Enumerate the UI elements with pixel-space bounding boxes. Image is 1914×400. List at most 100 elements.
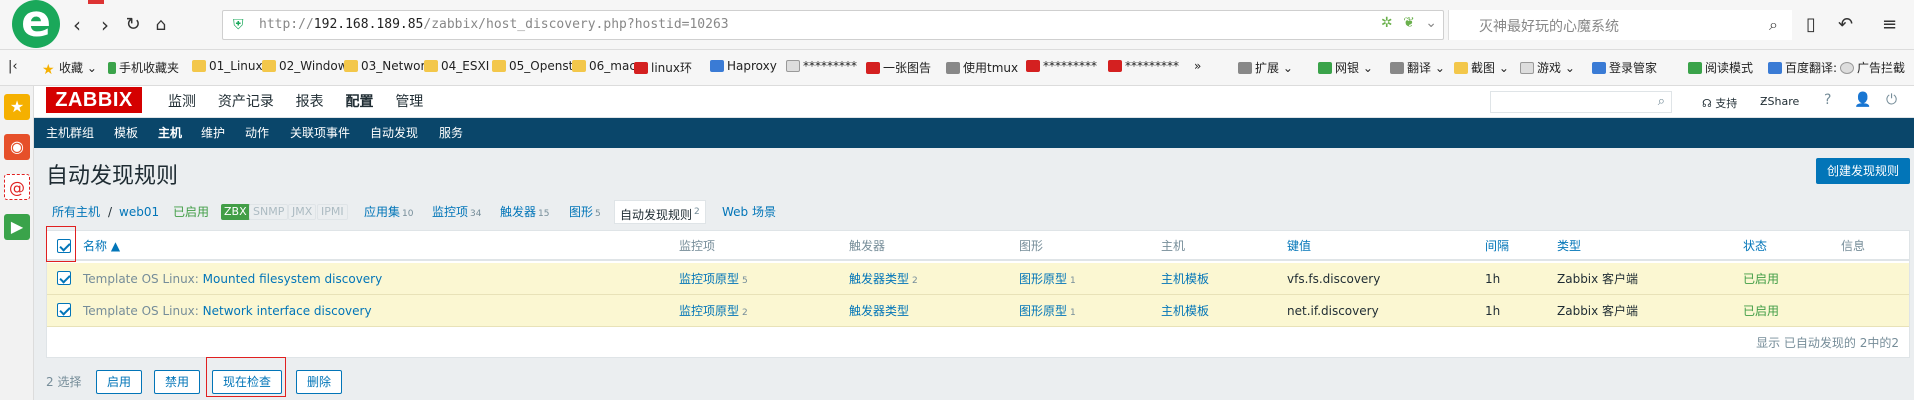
- toolbar-baidu-translate[interactable]: 百度翻译:: [1768, 59, 1837, 76]
- bookmark-mac[interactable]: 06_mac: [572, 59, 636, 73]
- column-key[interactable]: 键值: [1287, 231, 1311, 261]
- column-interval[interactable]: 间隔: [1485, 231, 1509, 261]
- submenu-templates[interactable]: 模板: [114, 118, 138, 148]
- zabbix-logo[interactable]: ZABBIX: [46, 87, 142, 113]
- column-name[interactable]: 名称 ▲: [83, 231, 120, 261]
- bookmark-mobile[interactable]: 手机收藏夹: [108, 59, 179, 76]
- template-link[interactable]: Template OS Linux:: [83, 272, 199, 286]
- submenu-host-groups[interactable]: 主机群组: [46, 118, 94, 148]
- toolbar-login-manager[interactable]: 登录管家: [1592, 59, 1657, 76]
- bookmark-network[interactable]: 03_Networ: [344, 59, 425, 73]
- weibo-icon[interactable]: ◉: [4, 134, 30, 160]
- search-icon[interactable]: ⌕: [1769, 15, 1778, 35]
- forward-icon[interactable]: ›: [92, 12, 118, 38]
- bookmark-linux[interactable]: 01_Linux: [192, 59, 263, 73]
- rule-status-toggle[interactable]: 已启用: [1743, 263, 1779, 295]
- tab-items[interactable]: 监控项 34: [432, 200, 481, 226]
- menu-monitoring[interactable]: 监测: [160, 86, 204, 118]
- logout-icon[interactable]: ⏻: [1886, 92, 1897, 108]
- tab-triggers[interactable]: 触发器 15: [500, 200, 549, 226]
- bookmark-openstack[interactable]: 05_Openst: [492, 59, 573, 73]
- submenu-hosts[interactable]: 主机: [158, 118, 182, 148]
- trigger-prototypes-link[interactable]: 触发器类型 2: [849, 263, 918, 297]
- share-link[interactable]: ƵShare: [1760, 95, 1799, 108]
- submenu-actions[interactable]: 动作: [245, 118, 269, 148]
- browser-search-input[interactable]: 灭神最好玩的心魔系统 ⌕: [1448, 10, 1792, 40]
- tab-graphs[interactable]: 图形 5: [569, 200, 601, 226]
- bookmark-haproxy[interactable]: Haproxy: [710, 59, 777, 73]
- support-link[interactable]: ☊ 支持: [1702, 95, 1737, 111]
- bookmark-masked-1[interactable]: *********: [786, 59, 857, 73]
- tab-applications[interactable]: 应用集 10: [364, 200, 413, 226]
- graph-prototypes-link[interactable]: 图形原型 1: [1019, 295, 1076, 329]
- bookmark-esxi[interactable]: 04_ESXI: [424, 59, 489, 73]
- url-input[interactable]: ⛨ http://192.168.189.85/zabbix/host_disc…: [222, 10, 1444, 40]
- item-prototypes-link[interactable]: 监控项原型 2: [679, 295, 748, 329]
- video-icon[interactable]: ▶: [4, 214, 30, 240]
- user-profile-icon[interactable]: 👤: [1854, 92, 1871, 108]
- search-icon[interactable]: ⌕: [1658, 94, 1665, 109]
- refresh-icon[interactable]: ↻: [120, 12, 146, 38]
- toolbar-adblock[interactable]: 广告拦截: [1840, 59, 1905, 76]
- row-checkbox[interactable]: [57, 303, 71, 317]
- tab-web-scenarios[interactable]: Web 场景: [722, 200, 776, 224]
- speed-icon[interactable]: ✲: [1381, 15, 1393, 31]
- disable-button[interactable]: 禁用: [154, 370, 201, 394]
- host-prototypes-link[interactable]: 主机模板: [1161, 295, 1209, 327]
- toolbar-reader-mode[interactable]: 阅读模式: [1688, 59, 1753, 76]
- trigger-prototypes-link[interactable]: 触发器类型: [849, 295, 912, 329]
- submenu-maintenance[interactable]: 维护: [201, 118, 225, 148]
- submenu-correlation[interactable]: 关联项事件: [290, 118, 350, 148]
- template-link[interactable]: Template OS Linux:: [83, 304, 199, 318]
- mail-icon[interactable]: @: [4, 174, 30, 200]
- bookmark-more[interactable]: »: [1194, 59, 1201, 73]
- host-status-enabled[interactable]: 已启用: [173, 200, 209, 224]
- column-status[interactable]: 状态: [1743, 231, 1767, 261]
- tablet-icon[interactable]: ▯: [1806, 12, 1816, 38]
- menu-configuration[interactable]: 配置: [337, 86, 381, 118]
- bookmark-linux-env[interactable]: linux环: [634, 59, 692, 76]
- toolbar-screenshot[interactable]: 截图 ⌄: [1454, 59, 1509, 76]
- bookmark-masked-2[interactable]: *********: [1026, 59, 1097, 73]
- bookmark-window[interactable]: 02_Window: [262, 59, 348, 73]
- menu-administration[interactable]: 管理: [387, 86, 431, 118]
- bookmark-diagram[interactable]: 一张图告: [866, 59, 931, 76]
- create-discovery-rule-button[interactable]: 创建发现规则: [1816, 158, 1910, 184]
- back-icon[interactable]: ‹: [64, 12, 90, 38]
- column-type[interactable]: 类型: [1557, 231, 1581, 261]
- toolbar-banking[interactable]: 网银 ⌄: [1318, 59, 1373, 76]
- toolbar-games[interactable]: 游戏 ⌄: [1520, 59, 1575, 76]
- menu-icon[interactable]: ≡: [1882, 12, 1897, 38]
- item-prototypes-link[interactable]: 监控项原型 5: [679, 263, 748, 297]
- enable-button[interactable]: 启用: [96, 370, 143, 394]
- submenu-services[interactable]: 服务: [439, 118, 463, 148]
- home-icon[interactable]: ⌂: [148, 12, 174, 38]
- toolbar-extensions[interactable]: 扩展 ⌄: [1238, 59, 1293, 76]
- toolbar-translate[interactable]: 翻译 ⌄: [1390, 59, 1445, 76]
- rule-name-link[interactable]: Network interface discovery: [203, 304, 372, 318]
- graph-prototypes-link[interactable]: 图形原型 1: [1019, 263, 1076, 297]
- sidebar-toggle-icon[interactable]: |‹: [8, 59, 18, 74]
- menu-inventory[interactable]: 资产记录: [210, 86, 282, 118]
- leaf-icon[interactable]: ❦: [1403, 15, 1415, 31]
- chevron-down-icon[interactable]: ⌄: [1425, 15, 1437, 31]
- rule-status-toggle[interactable]: 已启用: [1743, 295, 1779, 327]
- delete-button[interactable]: 删除: [296, 370, 343, 394]
- bookmark-favorites[interactable]: ★ 收藏 ⌄: [42, 59, 97, 78]
- breadcrumb-host[interactable]: web01: [119, 200, 159, 224]
- bookmark-tmux[interactable]: 使用tmux: [946, 59, 1018, 76]
- host-prototypes-link[interactable]: 主机模板: [1161, 263, 1209, 295]
- tab-discovery-rules[interactable]: 自动发现规则 2: [614, 200, 706, 224]
- rule-name-link[interactable]: Mounted filesystem discovery: [203, 272, 383, 286]
- row-checkbox[interactable]: [57, 271, 71, 285]
- favorites-star-icon[interactable]: ★: [4, 94, 30, 120]
- help-icon[interactable]: ?: [1824, 92, 1831, 108]
- breadcrumb-all-hosts[interactable]: 所有主机: [52, 200, 100, 224]
- submenu-discovery[interactable]: 自动发现: [370, 118, 418, 148]
- bookmark-masked-3[interactable]: *********: [1108, 59, 1179, 73]
- menu-reports[interactable]: 报表: [288, 86, 332, 118]
- browser-logo-icon[interactable]: e: [12, 0, 60, 48]
- undo-icon[interactable]: ↶: [1838, 12, 1853, 38]
- zabbix-search-input[interactable]: ⌕: [1490, 91, 1672, 113]
- star-icon: ★: [42, 62, 55, 78]
